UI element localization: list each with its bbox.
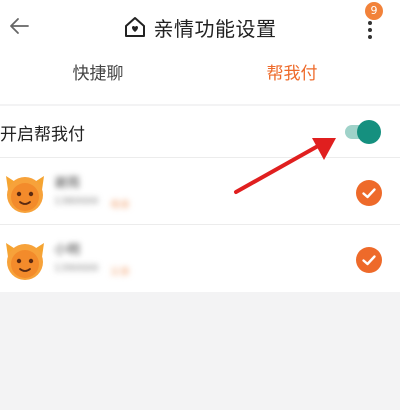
toggle-knob xyxy=(357,120,381,144)
title-wrap: 亲情功能设置 xyxy=(0,0,400,54)
more-vertical-icon xyxy=(368,21,372,39)
tab-quick-chat[interactable]: 快捷聊 xyxy=(38,54,158,104)
check-circle-icon[interactable] xyxy=(356,180,382,206)
toggle-label: 开启帮我付 xyxy=(0,125,85,145)
avatar xyxy=(6,243,44,280)
tab-pay-for-me[interactable]: 帮我付 xyxy=(232,54,352,104)
annotation-arrow-icon xyxy=(234,138,336,194)
list-item[interactable]: 小明 1390000 父亲 xyxy=(0,225,400,292)
page-title: 亲情功能设置 xyxy=(153,16,277,41)
notification-badge: 9 xyxy=(365,2,383,20)
member-name: 谢雨 xyxy=(54,176,81,191)
member-tag: 父亲 xyxy=(110,267,130,278)
more-menu-button[interactable]: 9 xyxy=(357,2,387,42)
member-detail: 1390000 xyxy=(54,263,99,274)
avatar xyxy=(6,176,44,213)
pay-for-me-toggle[interactable] xyxy=(345,120,381,144)
member-detail: 1380000 xyxy=(54,196,99,207)
member-tag: 母亲 xyxy=(110,200,130,211)
tab-bar: 快捷聊 帮我付 xyxy=(0,54,400,149)
home-heart-icon xyxy=(124,17,145,37)
check-circle-icon[interactable] xyxy=(356,247,382,273)
app-header: 亲情功能设置 9 xyxy=(0,0,400,54)
member-name: 小明 xyxy=(54,243,81,258)
